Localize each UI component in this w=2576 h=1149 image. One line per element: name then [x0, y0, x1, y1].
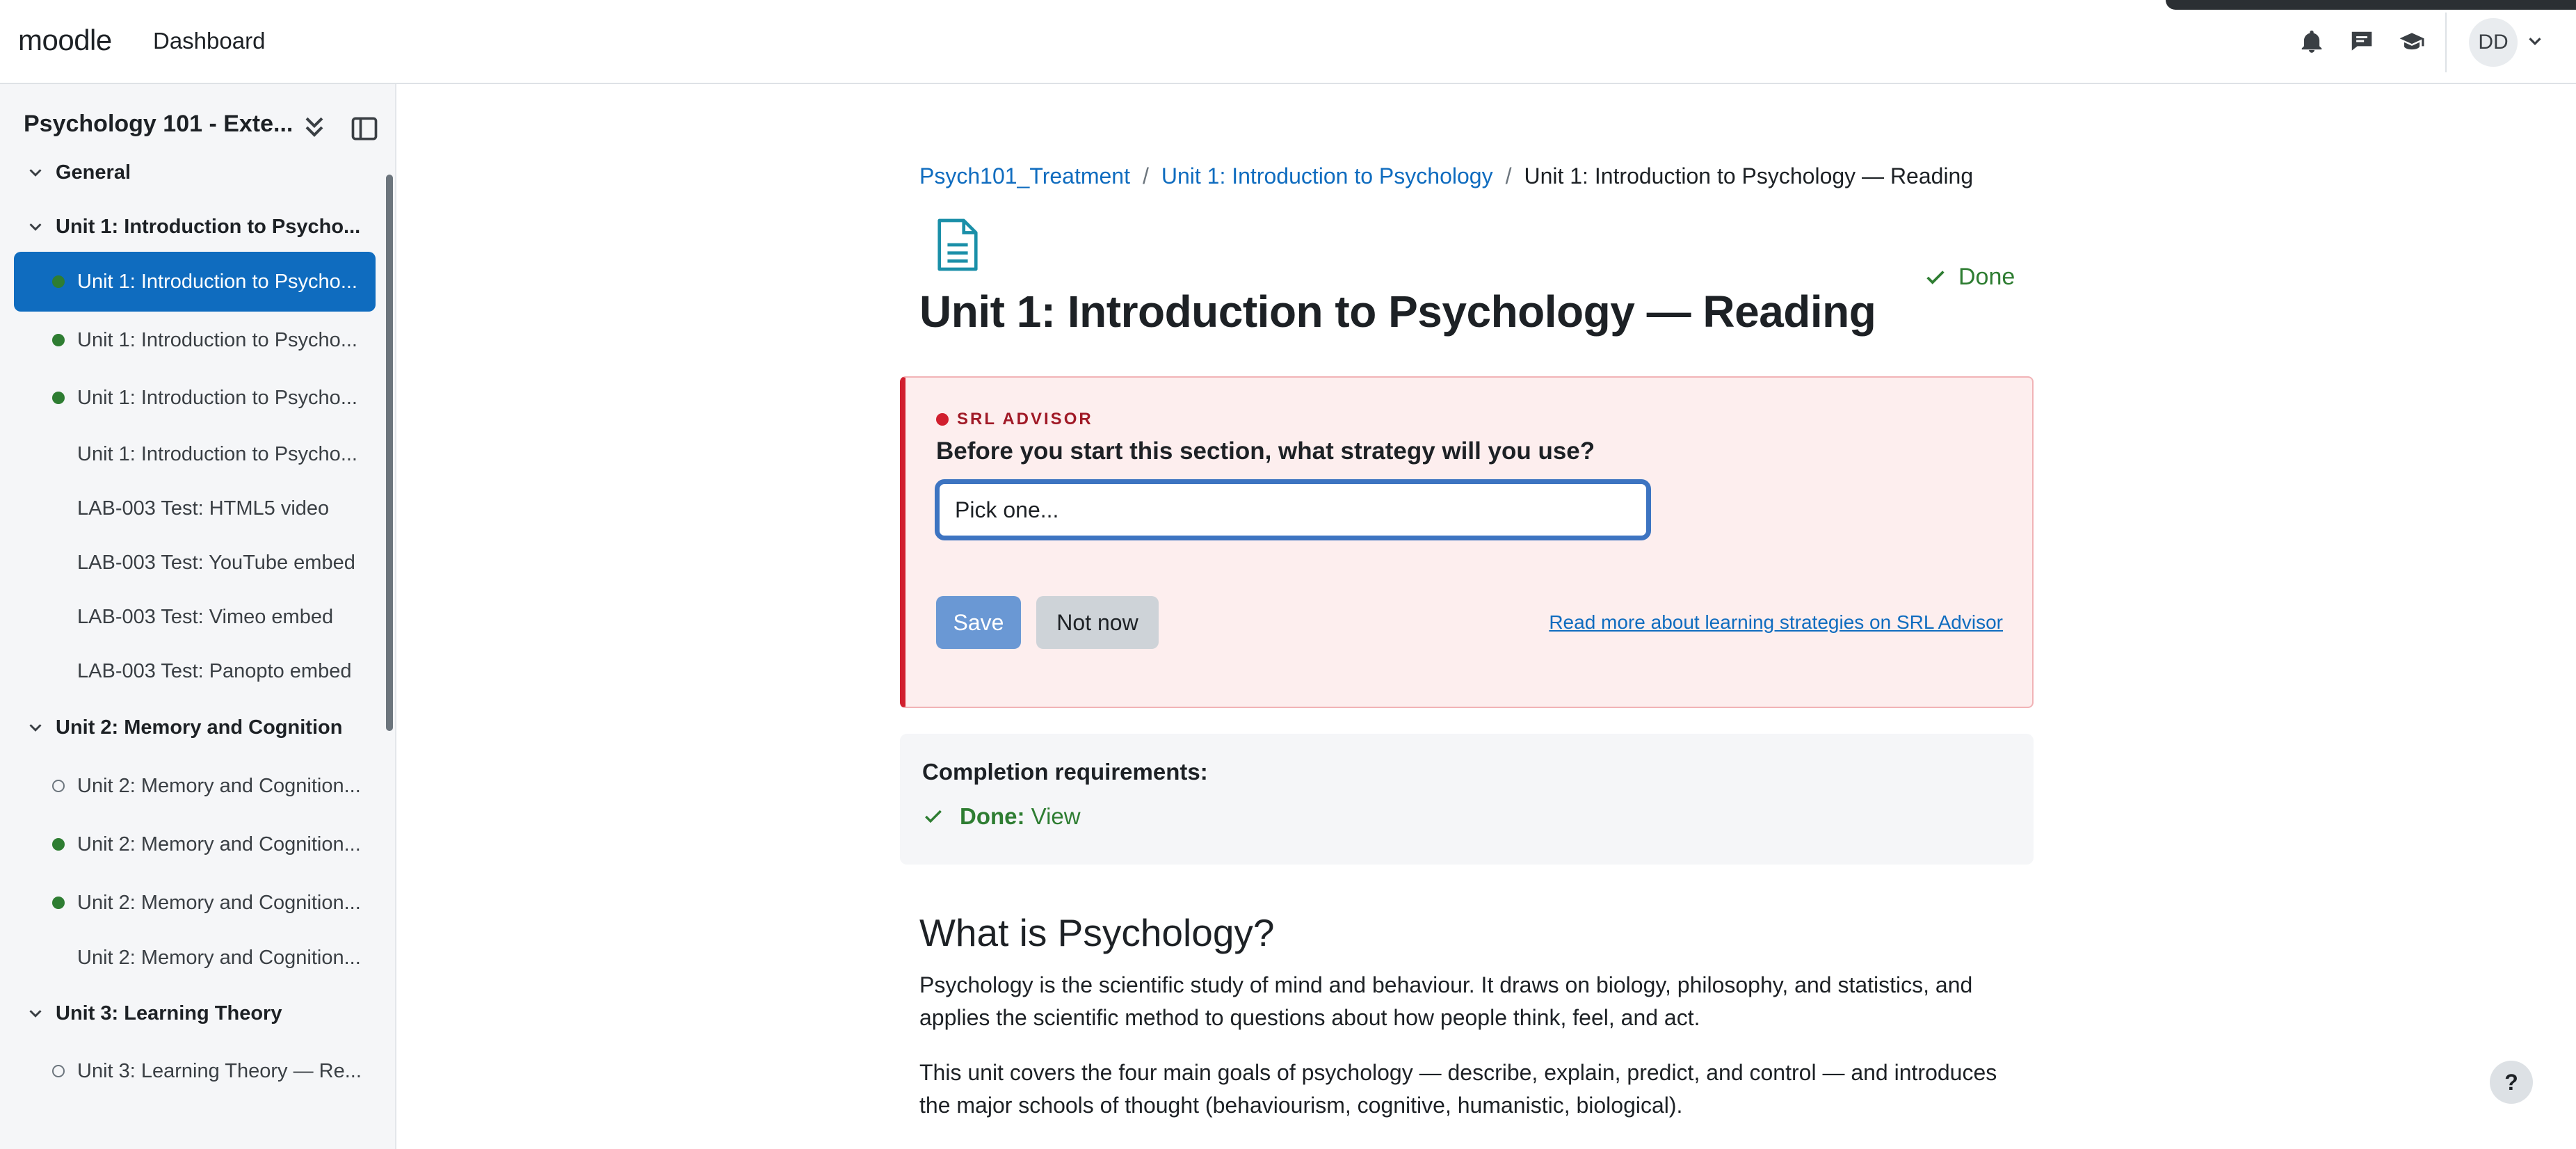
drawer-scrollbar[interactable]	[386, 175, 393, 731]
completion-requirements: Completion requirements: Done: View	[900, 734, 2034, 865]
incomplete-dot-icon	[52, 1065, 65, 1077]
course-activity[interactable]: LAB-003 Test: HTML5 video	[14, 479, 376, 538]
completion-done-badge[interactable]: Done	[1924, 264, 2015, 291]
read-more-link[interactable]: Read more about learning strategies on S…	[1549, 611, 2003, 634]
course-activity[interactable]: Unit 2: Memory and Cognition...	[14, 873, 376, 933]
course-title[interactable]: Psychology 101 - Exte...	[24, 111, 293, 138]
srl-advisor-tag-label: SRL ADVISOR	[957, 410, 1093, 428]
completion-title: Completion requirements:	[922, 759, 1208, 785]
completion-requirement: View	[1031, 803, 1081, 829]
completion-requirement-row: Done: View	[922, 803, 1081, 830]
course-index-drawer: Psychology 101 - Exte... General Unit 1: …	[0, 84, 396, 1149]
check-icon	[925, 810, 942, 823]
breadcrumb-separator: /	[1142, 163, 1149, 188]
chevron-down-icon[interactable]	[25, 162, 46, 183]
course-activity[interactable]: Unit 1: Introduction to Psycho...	[14, 252, 376, 312]
chevron-down-icon[interactable]	[25, 216, 46, 237]
completion-status: Done:	[960, 803, 1025, 829]
strategy-select[interactable]: Pick one...	[935, 479, 1651, 540]
srl-advisor-tag: SRL ADVISOR	[936, 410, 1093, 429]
completed-dot-icon	[52, 392, 65, 404]
help-button[interactable]: ?	[2490, 1061, 2533, 1104]
chevron-down-icon[interactable]	[25, 717, 46, 738]
content-paragraph: Psychology is the scientific study of mi…	[919, 972, 1973, 1030]
course-index-label: LAB-003 Test: YouTube embed	[77, 551, 355, 574]
course-section[interactable]: Unit 1: Introduction to Psycho...	[14, 197, 376, 257]
incomplete-dot-icon	[52, 780, 65, 792]
chat-icon[interactable]	[2345, 25, 2378, 58]
alert-dot-icon	[936, 413, 949, 426]
chevron-down-icon[interactable]	[2525, 31, 2545, 51]
breadcrumb-link-course[interactable]: Psych101_Treatment	[919, 163, 1130, 188]
completed-dot-icon	[52, 838, 65, 851]
strategy-question: Before you start this section, what stra…	[936, 437, 1595, 465]
course-section[interactable]: Unit 3: Learning Theory	[14, 983, 376, 1043]
breadcrumb-link-unit[interactable]: Unit 1: Introduction to Psychology	[1161, 163, 1493, 188]
completed-dot-icon	[52, 275, 65, 288]
chevron-down-icon[interactable]	[25, 1003, 46, 1024]
course-index-label: Unit 1: Introduction to Psycho...	[56, 215, 361, 238]
course-index-label: Unit 2: Memory and Cognition...	[77, 774, 361, 797]
content-paragraph: This unit covers the four main goals of …	[919, 1060, 1997, 1118]
course-index-label: Unit 2: Memory and Cognition	[56, 716, 343, 739]
collapse-all-icon[interactable]	[299, 112, 330, 143]
completed-dot-icon	[52, 334, 65, 346]
course-index-label: Unit 1: Introduction to Psycho...	[77, 442, 357, 465]
course-index-label: Unit 3: Learning Theory	[56, 1002, 282, 1025]
completed-dot-icon	[52, 897, 65, 909]
close-drawer-icon[interactable]	[349, 113, 380, 144]
course-index-label: Unit 2: Memory and Cognition...	[77, 946, 361, 969]
course-activity[interactable]: Unit 1: Introduction to Psycho...	[14, 424, 376, 484]
course-index-label: Unit 1: Introduction to Psycho...	[77, 386, 357, 409]
site-logo[interactable]: moodle	[18, 24, 112, 57]
course-index-label: LAB-003 Test: Panopto embed	[77, 659, 352, 682]
graduation-cap-icon[interactable]	[2395, 25, 2429, 58]
nav-dashboard-link[interactable]: Dashboard	[153, 28, 265, 54]
check-icon	[1926, 270, 1945, 284]
course-index-label: LAB-003 Test: Vimeo embed	[77, 605, 334, 628]
breadcrumb: Psych101_Treatment / Unit 1: Introduction …	[919, 163, 1973, 189]
page-document-icon	[937, 218, 978, 271]
course-activity[interactable]: LAB-003 Test: Vimeo embed	[14, 587, 376, 647]
course-activity[interactable]: LAB-003 Test: Panopto embed	[14, 641, 376, 701]
not-now-button[interactable]: Not now	[1036, 596, 1159, 649]
course-index-label: LAB-003 Test: HTML5 video	[77, 497, 330, 520]
top-navbar: moodle Dashboard DD	[0, 0, 2576, 84]
course-activity[interactable]: Unit 2: Memory and Cognition...	[14, 814, 376, 874]
course-index-label: Unit 1: Introduction to Psycho...	[77, 270, 357, 293]
done-label: Done	[1958, 264, 2015, 290]
nav-divider	[2445, 13, 2447, 72]
course-index-label: General	[56, 161, 131, 184]
content-heading: What is Psychology?	[919, 911, 1275, 954]
course-activity[interactable]: Unit 3: Learning Theory — Re...	[14, 1041, 376, 1101]
page-title: Unit 1: Introduction to Psychology — Rea…	[919, 287, 1876, 337]
course-activity[interactable]: Unit 2: Memory and Cognition...	[14, 756, 376, 816]
course-activity[interactable]: Unit 2: Memory and Cognition...	[14, 928, 376, 988]
course-index-label: Unit 2: Memory and Cognition...	[77, 891, 361, 914]
bell-icon[interactable]	[2295, 25, 2328, 58]
course-index-label: Unit 2: Memory and Cognition...	[77, 833, 361, 855]
course-index-label: Unit 3: Learning Theory — Re...	[77, 1059, 362, 1082]
course-activity[interactable]: LAB-003 Test: YouTube embed	[14, 533, 376, 593]
course-section[interactable]: Unit 2: Memory and Cognition	[14, 698, 376, 757]
course-activity[interactable]: Unit 1: Introduction to Psycho...	[14, 368, 376, 428]
top-edge-strip	[2166, 0, 2576, 10]
user-avatar[interactable]: DD	[2469, 18, 2518, 67]
breadcrumb-current: Unit 1: Introduction to Psychology — Rea…	[1524, 163, 1974, 188]
main-region: Psych101_Treatment / Unit 1: Introduction …	[398, 84, 2576, 1149]
course-index-label: Unit 1: Introduction to Psycho...	[77, 328, 357, 351]
save-button[interactable]: Save	[936, 596, 1021, 649]
course-section[interactable]: General	[14, 143, 376, 202]
breadcrumb-separator: /	[1505, 163, 1512, 188]
course-activity[interactable]: Unit 1: Introduction to Psycho...	[14, 310, 376, 370]
srl-advisor-panel: SRL ADVISOR Before you start this sectio…	[900, 376, 2034, 708]
